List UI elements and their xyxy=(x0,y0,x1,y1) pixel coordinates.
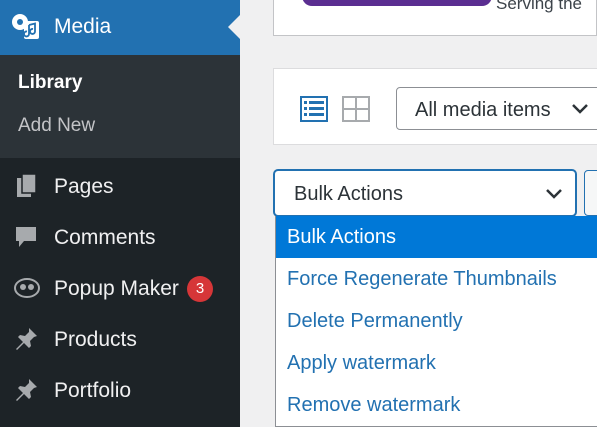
pin-icon xyxy=(16,328,37,350)
update-count-badge: 3 xyxy=(187,276,213,302)
chevron-down-icon xyxy=(572,104,588,114)
sidebar-item-label: Products xyxy=(54,328,137,351)
notice-text: Serving the xyxy=(496,0,582,13)
option-remove-watermark[interactable]: Remove watermark xyxy=(276,384,597,426)
list-view-icon[interactable] xyxy=(300,96,328,122)
grid-view-icon[interactable] xyxy=(342,96,370,122)
media-type-filter-select[interactable]: All media items xyxy=(396,87,597,130)
chevron-down-icon xyxy=(546,189,562,199)
submenu-item-add-new[interactable]: Add New xyxy=(18,115,95,137)
notice-banner-button[interactable] xyxy=(302,0,492,6)
filter-select-value: All media items xyxy=(415,99,551,121)
comments-icon xyxy=(16,227,36,247)
sidebar-item-comments[interactable]: Comments xyxy=(0,212,240,262)
media-icon xyxy=(12,14,39,39)
current-menu-arrow xyxy=(228,15,240,39)
admin-sidebar: Media Library Add New Pages Comments Pop… xyxy=(0,0,240,427)
option-delete-permanently[interactable]: Delete Permanently xyxy=(276,300,597,342)
sidebar-item-label: Comments xyxy=(54,226,156,249)
notice-card: Serving the xyxy=(273,0,597,36)
media-toolbar: All media items xyxy=(273,68,597,145)
option-force-regenerate-thumbnails[interactable]: Force Regenerate Thumbnails xyxy=(276,258,597,300)
option-bulk-actions[interactable]: Bulk Actions xyxy=(276,216,597,258)
sidebar-item-popup-maker[interactable]: Popup Maker 3 xyxy=(0,263,240,313)
pin-icon xyxy=(16,379,37,401)
sidebar-item-portfolio[interactable]: Portfolio xyxy=(0,365,240,415)
media-submenu: Library Add New xyxy=(0,55,240,158)
sidebar-item-media[interactable]: Media xyxy=(0,0,240,55)
sidebar-item-label: Media xyxy=(54,15,112,38)
submenu-item-library[interactable]: Library xyxy=(18,72,82,94)
sidebar-item-label: Popup Maker xyxy=(54,277,179,300)
bulk-actions-select[interactable]: Bulk Actions xyxy=(274,170,576,216)
sidebar-item-products[interactable]: Products xyxy=(0,314,240,364)
apply-button[interactable] xyxy=(584,170,597,216)
sidebar-item-label: Portfolio xyxy=(54,379,132,402)
sidebar-item-label: Pages xyxy=(54,175,114,198)
popup-maker-icon xyxy=(14,278,40,298)
pages-icon xyxy=(17,173,37,197)
option-apply-watermark[interactable]: Apply watermark xyxy=(276,342,597,384)
sidebar-item-pages[interactable]: Pages xyxy=(0,161,240,211)
bulk-actions-value: Bulk Actions xyxy=(294,183,403,205)
bulk-actions-dropdown: Bulk Actions Force Regenerate Thumbnails… xyxy=(275,216,597,427)
